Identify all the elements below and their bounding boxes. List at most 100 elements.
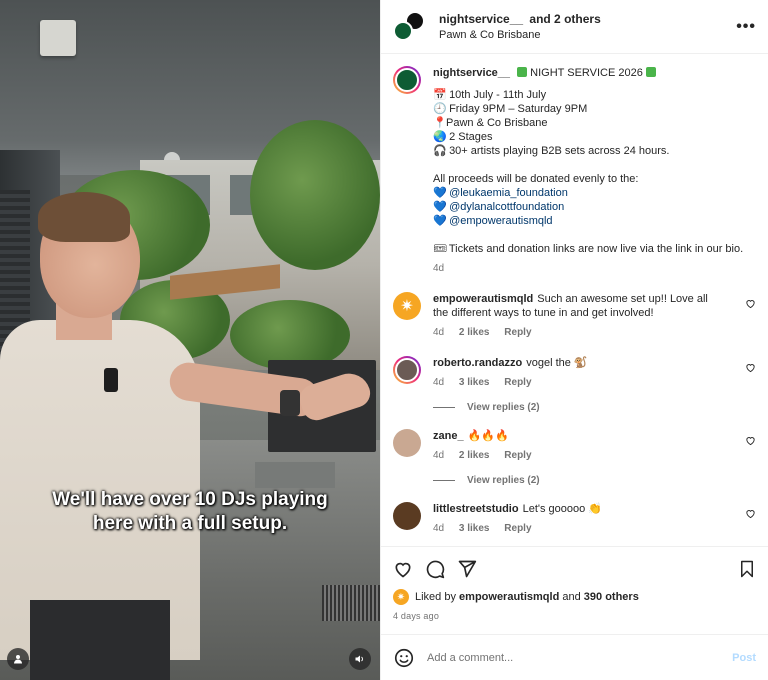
comment-likes[interactable]: 3 likes [459,523,490,534]
like-comment-button[interactable] [742,298,756,312]
comments-scroll[interactable]: nightservice__ NIGHT SERVICE 2026 📅 10th… [381,54,768,546]
comment-age: 4d [433,450,445,461]
view-replies-button[interactable]: View replies (2) [433,402,756,413]
reply-button[interactable]: Reply [504,327,531,338]
comment-likes[interactable]: 2 likes [459,450,490,461]
comment-username[interactable]: roberto.randazzo [433,357,522,369]
collab-avatars[interactable] [393,10,425,43]
liker-avatar: ✷ [393,589,409,605]
divider [433,480,455,481]
green-square-icon [517,67,528,77]
caption-line: here with a full setup. [92,513,288,534]
emoji-picker-button[interactable] [393,647,415,669]
comment-text: Let's gooooo 👏 [522,503,602,515]
like-comment-button[interactable] [742,508,756,522]
headphones-icon: 🎧 [433,145,447,157]
mention-link[interactable]: @empowerautismqld [449,215,553,227]
comment: ✷ empowerautismqld Such an awesome set up… [393,292,756,340]
caption-line: 🎟 Tickets and donation links are now liv… [433,243,744,255]
heart-outline-icon [395,562,411,577]
view-replies-label: View replies (2) [467,475,540,486]
comment-button[interactable] [425,559,445,582]
caption-line: We'll have over 10 DJs playing [52,489,328,510]
smiley-icon [394,648,414,667]
avatar[interactable] [393,502,421,530]
comment: littlestreetstudio Let's gooooo 👏 4d 3 li… [393,502,756,536]
caption-line: 🎧 30+ artists playing B2B sets across 24… [433,145,670,157]
header-location[interactable]: Pawn & Co Brisbane [439,27,736,43]
comment-body: roberto.randazzo vogel the 🐒 4d 3 likes R… [433,356,742,390]
caption-title: NIGHT SERVICE 2026 [530,67,643,79]
share-button[interactable] [457,559,477,582]
post-header: nightservice__ and 2 others Pawn & Co Br… [381,0,768,54]
comment-username[interactable]: zane_ [433,430,464,442]
liked-by: ✷ Liked by empowerautismqld and 390 othe… [393,589,756,605]
caption-line: 🌏 2 Stages [433,131,493,143]
liked-by-prefix: Liked by [415,591,456,603]
header-and-others[interactable]: and 2 others [529,12,600,26]
avatar[interactable] [393,429,421,457]
more-horizontal-icon: ••• [736,17,756,35]
caption-line: 📅 10th July - 11th July [433,89,547,101]
star-burst-icon: ✷ [400,298,414,315]
like-button[interactable] [393,559,413,582]
action-bar: ✷ Liked by empowerautismqld and 390 othe… [381,546,768,634]
avatar-image [395,358,419,382]
mention-link[interactable]: @dylanalcottfoundation [449,201,564,213]
comment-likes[interactable]: 3 likes [459,377,490,388]
mention-link[interactable]: @leukaemia_foundation [449,187,568,199]
scene-tile [255,462,335,488]
view-replies-button[interactable]: View replies (2) [433,475,756,486]
clock-icon: 🕘 [433,103,447,115]
avatar[interactable] [393,356,421,384]
scene-person-hair [38,192,130,242]
comment-body: zane_ 🔥🔥🔥 4d 2 likes Reply [433,429,742,463]
reply-button[interactable]: Reply [504,377,531,388]
pin-icon: 📍 [433,117,447,129]
view-replies-label: View replies (2) [467,402,540,413]
comment-input[interactable] [427,651,733,664]
caption-username[interactable]: nightservice__ [433,67,510,79]
comment-age: 4d [433,523,445,534]
reply-button[interactable]: Reply [504,450,531,461]
video-player[interactable]: We'll have over 10 DJs playing here with… [0,0,380,680]
author-avatar[interactable] [393,66,421,94]
reply-button[interactable]: Reply [504,523,531,534]
bookmark-icon [741,560,753,577]
paper-plane-icon [458,560,477,577]
caption-line: 🕘 Friday 9PM – Saturday 9PM [433,103,588,115]
like-comment-button[interactable] [742,362,756,376]
globe-icon: 🌏 [433,131,447,143]
audio-toggle-button[interactable] [349,648,371,670]
header-text: nightservice__ and 2 others Pawn & Co Br… [439,11,736,43]
green-square-icon [645,67,656,77]
action-icons [393,555,756,585]
more-options-button[interactable]: ••• [736,18,756,36]
heart-outline-icon [746,437,755,446]
avatar [393,20,413,41]
video-caption: We'll have over 10 DJs playing here with… [0,488,380,536]
instagram-post-modal: We'll have over 10 DJs playing here with… [0,0,768,680]
avatar [395,68,419,92]
avatar[interactable]: ✷ [393,292,421,320]
blue-heart-icon: 💙 [433,201,447,213]
comment-likes[interactable]: 2 likes [459,327,490,338]
header-username[interactable]: nightservice__ [439,12,523,26]
comment-username[interactable]: empowerautismqld [433,293,533,305]
comment-text: 🔥🔥🔥 [467,430,509,442]
scene-light [40,20,76,56]
liked-by-and: and [562,591,581,603]
post-date[interactable]: 4 days ago [393,611,756,621]
comment: roberto.randazzo vogel the 🐒 4d 3 likes R… [393,356,756,390]
comment: zane_ 🔥🔥🔥 4d 2 likes Reply [393,429,756,463]
likes-count[interactable]: 390 others [584,591,639,603]
comment-username[interactable]: littlestreetstudio [433,503,519,515]
tagged-users-button[interactable] [7,648,29,670]
post-comment-button[interactable]: Post [732,652,756,664]
like-comment-button[interactable] [742,435,756,449]
comment-body: empowerautismqld Such an awesome set up!!… [433,292,742,340]
speaker-icon [355,655,364,663]
save-button[interactable] [738,560,756,581]
caption-line: 📍Pawn & Co Brisbane [433,117,548,129]
liked-by-user[interactable]: empowerautismqld [459,591,559,603]
